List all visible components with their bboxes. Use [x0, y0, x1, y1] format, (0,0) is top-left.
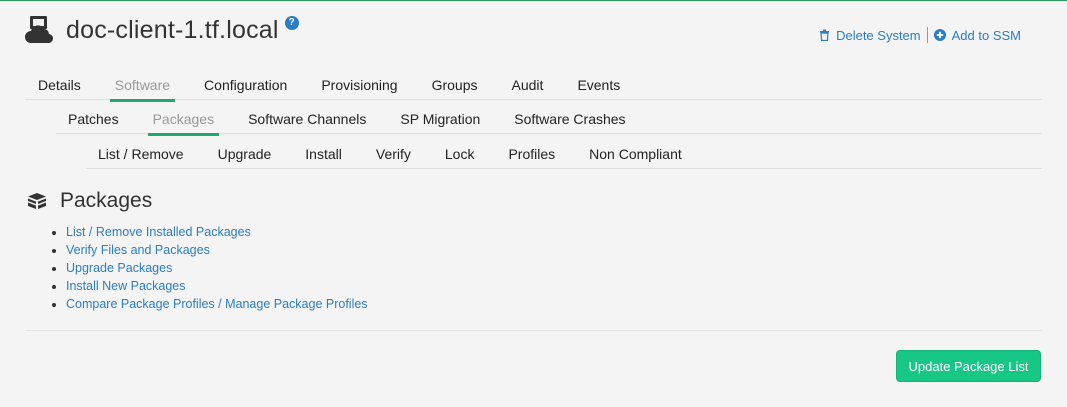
tab-patches[interactable]: Patches — [56, 105, 136, 133]
system-actions: Delete System Add to SSM — [819, 27, 1021, 43]
tab-install[interactable]: Install — [288, 140, 359, 168]
tab-packages[interactable]: Packages — [136, 105, 231, 136]
list-remove-packages-link[interactable]: List / Remove Installed Packages — [66, 225, 251, 239]
compare-profiles-link[interactable]: Compare Package Profiles / Manage Packag… — [66, 297, 368, 311]
divider — [25, 330, 1042, 331]
tab-groups[interactable]: Groups — [415, 71, 495, 99]
list-item: List / Remove Installed Packages — [66, 223, 368, 241]
delete-system-label: Delete System — [836, 27, 921, 43]
section-title: Packages — [60, 189, 153, 212]
section-heading: Packages — [26, 189, 152, 213]
tab-sp-migration[interactable]: SP Migration — [383, 105, 497, 133]
upgrade-packages-link[interactable]: Upgrade Packages — [66, 261, 172, 275]
software-subtabs: Patches Packages Software Channels SP Mi… — [56, 105, 1042, 136]
plus-circle-icon — [933, 29, 946, 41]
cloud-server-icon — [25, 16, 53, 44]
tab-audit[interactable]: Audit — [495, 71, 561, 99]
package-actions-list: List / Remove Installed Packages Verify … — [48, 223, 368, 313]
tab-list-remove[interactable]: List / Remove — [86, 140, 201, 168]
help-icon[interactable]: ? — [284, 16, 299, 30]
update-package-list-button[interactable]: Update Package List — [896, 350, 1041, 382]
add-to-ssm-link[interactable]: Add to SSM — [933, 27, 1021, 43]
boxes-icon — [28, 193, 46, 209]
tab-provisioning[interactable]: Provisioning — [304, 71, 414, 99]
page-header: doc-client-1.tf.local ? — [25, 15, 299, 45]
tab-software[interactable]: Software — [98, 71, 187, 102]
list-item: Compare Package Profiles / Manage Packag… — [66, 295, 368, 313]
list-item: Install New Packages — [66, 277, 368, 295]
tab-events[interactable]: Events — [560, 71, 637, 99]
tab-lock[interactable]: Lock — [428, 140, 492, 168]
tab-configuration[interactable]: Configuration — [187, 71, 304, 99]
tab-non-compliant[interactable]: Non Compliant — [572, 140, 699, 168]
trash-icon — [820, 29, 830, 41]
page-title: doc-client-1.tf.local — [66, 15, 279, 44]
tab-verify[interactable]: Verify — [359, 140, 428, 168]
install-packages-link[interactable]: Install New Packages — [66, 279, 186, 293]
packages-subtabs: List / Remove Upgrade Install Verify Loc… — [86, 140, 1042, 169]
action-separator — [926, 27, 928, 43]
add-to-ssm-label: Add to SSM — [951, 27, 1021, 43]
list-item: Upgrade Packages — [66, 259, 368, 277]
tab-software-channels[interactable]: Software Channels — [231, 105, 383, 133]
tab-software-crashes[interactable]: Software Crashes — [497, 105, 642, 133]
tab-profiles[interactable]: Profiles — [491, 140, 572, 168]
system-tabs: Details Software Configuration Provision… — [25, 71, 1042, 102]
verify-files-link[interactable]: Verify Files and Packages — [66, 243, 210, 257]
tab-details[interactable]: Details — [25, 71, 98, 99]
list-item: Verify Files and Packages — [66, 241, 368, 259]
delete-system-link[interactable]: Delete System — [819, 28, 921, 43]
tab-upgrade[interactable]: Upgrade — [201, 140, 289, 168]
